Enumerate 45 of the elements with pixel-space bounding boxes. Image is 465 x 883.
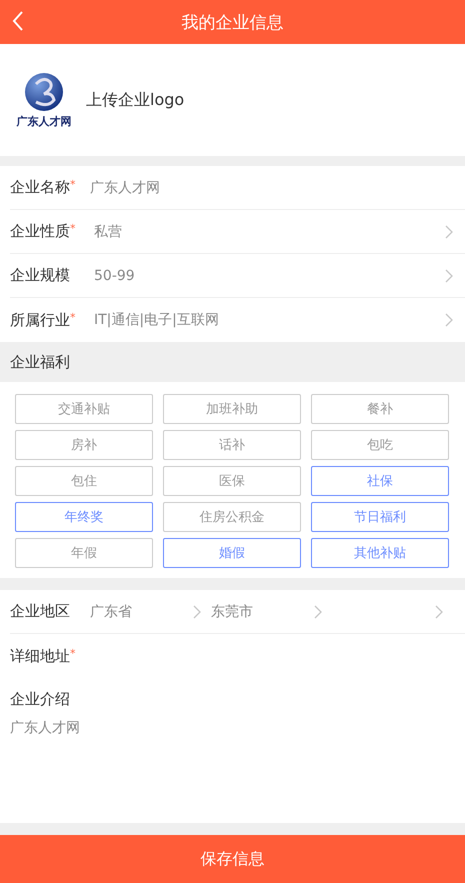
region-select[interactable]: 东莞市: [211, 602, 253, 620]
welfare-tag[interactable]: 节日福利: [311, 502, 449, 532]
logo-text: 广东人才网: [16, 114, 72, 128]
field-label: 企业规模: [10, 266, 70, 284]
required-mark: *: [70, 178, 76, 191]
field-value[interactable]: IT|通信|电子|互联网: [90, 311, 445, 329]
welfare-tag[interactable]: 包住: [15, 466, 153, 496]
intro-text[interactable]: 广东人才网: [10, 720, 80, 736]
welfare-tag[interactable]: 婚假: [163, 538, 301, 568]
field-label: 详细地址: [10, 646, 70, 664]
field-label: 所属行业: [10, 310, 70, 328]
chevron-right-icon: [193, 604, 201, 618]
welfare-tag[interactable]: 社保: [311, 466, 449, 496]
welfare-tag[interactable]: 住房公积金: [163, 502, 301, 532]
field-label: 企业性质: [10, 222, 70, 240]
region-select[interactable]: 广东省: [90, 602, 132, 620]
welfare-tag[interactable]: 餐补: [311, 394, 449, 424]
welfare-tag[interactable]: 包吃: [311, 430, 449, 460]
logo-icon[interactable]: [24, 72, 64, 112]
welfare-tag[interactable]: 房补: [15, 430, 153, 460]
welfare-tag[interactable]: 话补: [163, 430, 301, 460]
field-value[interactable]: 广东人才网: [90, 178, 453, 196]
chevron-right-icon: [445, 313, 453, 327]
chevron-right-icon: [445, 224, 453, 238]
required-mark: *: [70, 646, 76, 660]
field-value[interactable]: 私营: [90, 222, 445, 240]
chevron-right-icon: [314, 604, 322, 618]
welfare-tag[interactable]: 加班补助: [163, 394, 301, 424]
field-value[interactable]: 50-99: [90, 268, 445, 284]
welfare-tag[interactable]: 医保: [163, 466, 301, 496]
field-label: 企业名称: [10, 178, 70, 196]
page-title: 我的企业信息: [182, 12, 284, 34]
welfare-tag[interactable]: 交通补贴: [15, 394, 153, 424]
save-button[interactable]: 保存信息: [0, 835, 465, 883]
section-title: 企业福利: [9, 352, 71, 372]
required-mark: *: [70, 222, 76, 235]
chevron-right-icon: [445, 268, 453, 282]
field-label: 企业介绍: [10, 690, 71, 709]
chevron-right-icon: [435, 604, 443, 618]
upload-logo-link[interactable]: 上传企业logo: [86, 90, 184, 110]
required-mark: *: [70, 310, 76, 324]
field-label: 企业地区: [10, 602, 71, 621]
welfare-tag[interactable]: 其他补贴: [311, 538, 449, 568]
welfare-tag[interactable]: 年假: [15, 538, 153, 568]
welfare-tag[interactable]: 年终奖: [15, 502, 153, 532]
